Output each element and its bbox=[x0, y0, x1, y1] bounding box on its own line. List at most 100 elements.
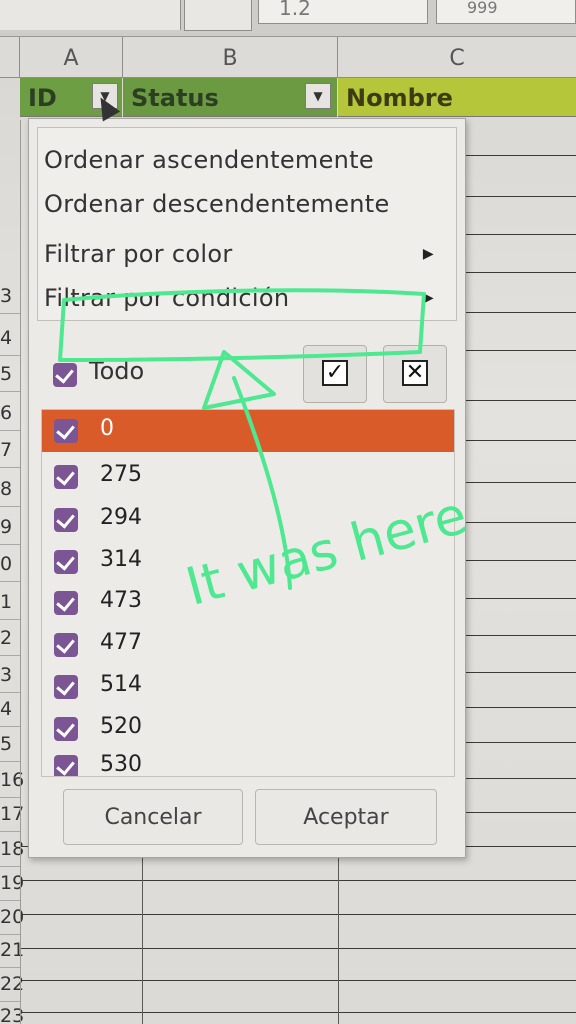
grid-line bbox=[462, 155, 576, 156]
column-header-a[interactable]: A bbox=[20, 37, 123, 78]
grid-line bbox=[20, 880, 576, 881]
menu-item-sort-ascending[interactable]: Ordenar ascendentemente bbox=[44, 140, 444, 180]
checkbox-checked-icon bbox=[54, 591, 78, 615]
header-status-text: Status bbox=[131, 84, 219, 112]
column-header-b[interactable]: B bbox=[123, 37, 338, 78]
menu-item-sort-descending[interactable]: Ordenar descendentemente bbox=[44, 184, 444, 224]
autofilter-status-button[interactable]: ▼ bbox=[305, 83, 331, 109]
chevron-down-icon: ▼ bbox=[313, 89, 323, 103]
row-number[interactable]: 16 bbox=[0, 764, 24, 798]
filter-color-label: Filtrar por color bbox=[44, 240, 233, 268]
x-icon: ✕ bbox=[402, 360, 428, 386]
list-item[interactable]: 0 bbox=[42, 410, 454, 452]
row-number[interactable]: 2 bbox=[0, 622, 20, 656]
grid-line bbox=[462, 400, 576, 401]
formula-input-value[interactable]: 999 bbox=[436, 0, 576, 24]
row-number[interactable]: 9 bbox=[0, 511, 20, 545]
list-item[interactable]: 520 bbox=[42, 708, 454, 750]
header-nombre-text: Nombre bbox=[346, 84, 453, 112]
formula-input[interactable]: 1.2 bbox=[258, 0, 428, 24]
value-label: 314 bbox=[100, 547, 142, 572]
checkbox-checked-icon bbox=[54, 755, 78, 776]
grid-line bbox=[462, 598, 576, 599]
checkbox-checked-icon bbox=[54, 550, 78, 574]
autofilter-menu: Ordenar ascendentemente Ordenar descende… bbox=[37, 127, 457, 321]
checkbox-checked-icon bbox=[54, 633, 78, 657]
grid-line bbox=[20, 980, 576, 981]
checkbox-checked-icon bbox=[54, 675, 78, 699]
header-id-text: ID bbox=[28, 84, 57, 112]
checkbox-checked-icon bbox=[54, 717, 78, 741]
grid-line bbox=[462, 272, 576, 273]
accept-button[interactable]: Aceptar bbox=[255, 789, 437, 845]
checkbox-checked-icon bbox=[53, 363, 77, 387]
row-number[interactable]: 21 bbox=[0, 934, 24, 968]
checkmark-icon: ✓ bbox=[322, 360, 348, 386]
row-number[interactable]: 19 bbox=[0, 867, 24, 901]
list-item[interactable]: 530 bbox=[42, 746, 454, 777]
triangle-right-icon: ▶ bbox=[422, 246, 434, 262]
value-label: 477 bbox=[100, 630, 142, 655]
unselect-all-button[interactable]: ✕ bbox=[383, 345, 447, 403]
name-box[interactable] bbox=[0, 0, 181, 30]
row-number[interactable]: 5 bbox=[0, 728, 20, 762]
formula-bar: 1.2 999 bbox=[0, 0, 576, 37]
list-item[interactable]: 477 bbox=[42, 624, 454, 666]
grid-line bbox=[462, 742, 576, 743]
grid-line bbox=[462, 707, 576, 708]
value-label: 473 bbox=[100, 588, 142, 613]
grid-line bbox=[462, 560, 576, 561]
header-cell-nombre[interactable]: Nombre bbox=[338, 78, 576, 117]
grid-line bbox=[462, 312, 576, 313]
grid-line bbox=[462, 350, 576, 351]
grid-line bbox=[462, 522, 576, 523]
select-all-checkbox[interactable]: Todo bbox=[49, 355, 329, 399]
column-header-c[interactable]: C bbox=[338, 37, 576, 78]
grid-line bbox=[20, 914, 576, 915]
list-item[interactable]: 275 bbox=[42, 456, 454, 498]
row-number[interactable]: 23 bbox=[0, 1000, 24, 1024]
value-label: 530 bbox=[100, 752, 142, 777]
row-number[interactable]: 20 bbox=[0, 901, 24, 935]
grid-line bbox=[462, 234, 576, 235]
value-label: 514 bbox=[100, 672, 142, 697]
grid-line bbox=[142, 856, 143, 1024]
row-number[interactable]: 1 bbox=[0, 586, 20, 620]
corner-cell[interactable] bbox=[0, 37, 20, 78]
list-item[interactable]: 514 bbox=[42, 666, 454, 708]
row-number[interactable]: 6 bbox=[0, 397, 20, 431]
row-number[interactable]: 18 bbox=[0, 833, 24, 867]
row-number[interactable]: 22 bbox=[0, 968, 24, 1002]
grid-line bbox=[462, 672, 576, 673]
row-number[interactable]: 3 bbox=[0, 280, 20, 314]
grid-line bbox=[338, 856, 339, 1024]
row-number[interactable]: 4 bbox=[0, 322, 20, 356]
checkbox-checked-icon bbox=[54, 419, 78, 443]
autofilter-popup: Ordenar ascendentemente Ordenar descende… bbox=[28, 118, 466, 858]
row-number[interactable]: 17 bbox=[0, 798, 24, 832]
grid-line bbox=[462, 196, 576, 197]
select-all-button[interactable]: ✓ bbox=[303, 345, 367, 403]
checkbox-checked-icon bbox=[54, 508, 78, 532]
checkbox-checked-icon bbox=[54, 465, 78, 489]
function-wizard-button[interactable] bbox=[184, 0, 252, 31]
row-number[interactable]: 3 bbox=[0, 659, 20, 693]
header-cell-status[interactable]: Status ▼ bbox=[123, 78, 337, 117]
menu-item-filter-by-color[interactable]: Filtrar por color ▶ bbox=[44, 234, 444, 274]
row-number[interactable]: 5 bbox=[0, 358, 20, 392]
grid-line bbox=[462, 635, 576, 636]
value-label: 520 bbox=[100, 714, 142, 739]
select-all-label: Todo bbox=[89, 357, 145, 385]
search-input[interactable] bbox=[61, 299, 425, 359]
row-number[interactable]: 8 bbox=[0, 473, 20, 507]
value-label: 0 bbox=[100, 416, 114, 441]
grid-line bbox=[462, 482, 576, 483]
row-number[interactable]: 7 bbox=[0, 434, 20, 468]
value-label: 294 bbox=[100, 505, 142, 530]
cancel-button[interactable]: Cancelar bbox=[63, 789, 243, 845]
row-number[interactable]: 4 bbox=[0, 693, 20, 727]
grid-line bbox=[462, 440, 576, 441]
screen: 1.2 999 A B C ID ▼ Status ▼ Nombre 3 4 5… bbox=[0, 0, 576, 1024]
row-number[interactable]: 0 bbox=[0, 548, 20, 582]
value-label: 275 bbox=[100, 462, 142, 487]
